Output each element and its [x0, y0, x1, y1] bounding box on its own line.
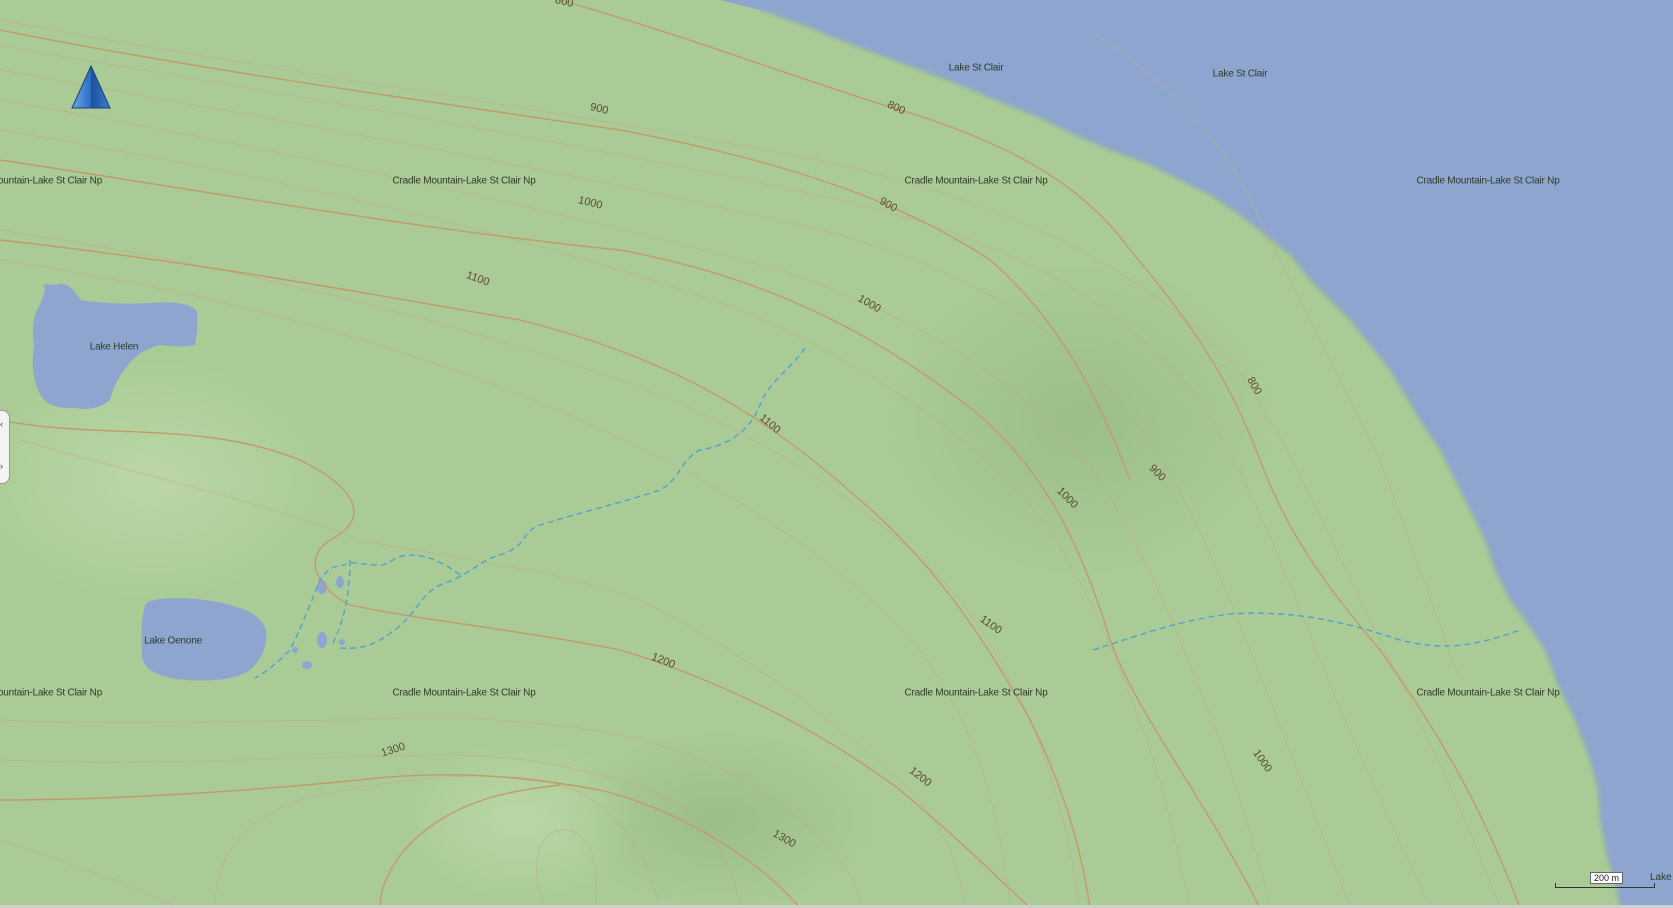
- park-label: Cradle Mountain-Lake St Clair Np: [904, 175, 1048, 187]
- park-label: Cradle Mountain-Lake St Clair Np: [392, 687, 536, 699]
- lake-st-clair-label: Lake St Clair: [948, 62, 1004, 74]
- terrain-layer: [0, 0, 1673, 908]
- chevron-right-icon: ›: [0, 461, 3, 471]
- lake-helen-label: Lake Helen: [89, 341, 139, 353]
- north-arrow-icon[interactable]: [70, 64, 112, 112]
- scale-bar: 200 m: [1555, 872, 1655, 890]
- park-label: Cradle Mountain-Lake St Clair Np: [904, 687, 1048, 699]
- park-label: ountain-Lake St Clair Np: [0, 175, 103, 187]
- park-label: ountain-Lake St Clair Np: [0, 687, 103, 699]
- chevron-left-icon: ‹: [0, 419, 3, 429]
- lake-st-clair-label: Lake St Clair: [1212, 68, 1268, 80]
- lake-edge-label: Lake: [1650, 872, 1672, 883]
- scale-label: 200 m: [1590, 872, 1624, 884]
- side-panel-toggle[interactable]: ‹ ›: [0, 410, 10, 484]
- map-canvas[interactable]: Lake St Clair Lake St Clair Lake Helen L…: [0, 0, 1673, 908]
- park-label: Cradle Mountain-Lake St Clair Np: [392, 175, 536, 187]
- park-label: Cradle Mountain-Lake St Clair Np: [1416, 175, 1560, 187]
- lake-oenone-label: Lake Oenone: [144, 635, 202, 647]
- park-label: Cradle Mountain-Lake St Clair Np: [1416, 687, 1560, 699]
